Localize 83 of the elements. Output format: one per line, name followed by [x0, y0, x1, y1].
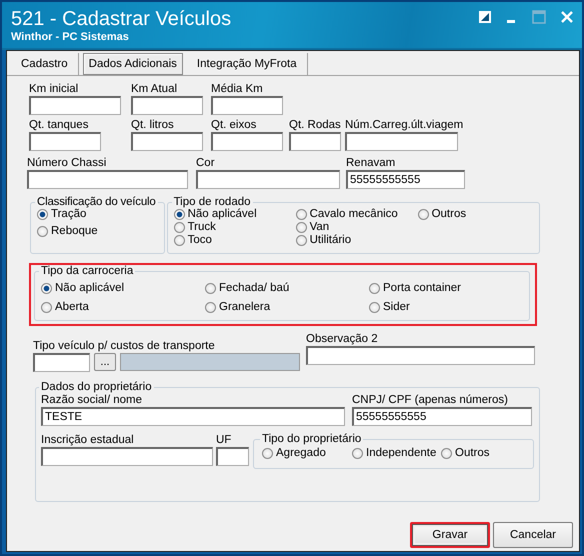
group-title: Classificação do veículo	[36, 196, 157, 208]
group-title: Tipo da carroceria	[40, 265, 134, 277]
radio-option[interactable]: Sider	[369, 298, 523, 317]
input-field[interactable]: TESTE	[41, 407, 345, 426]
field-label: Núm.Carreg.últ.viagem	[345, 118, 464, 132]
radio-option[interactable]: Agregado	[262, 447, 352, 460]
radio-icon[interactable]	[37, 226, 48, 237]
save-button[interactable]: Gravar	[410, 522, 490, 548]
input-field[interactable]	[345, 132, 458, 151]
radio-icon[interactable]	[37, 209, 48, 220]
radio-option[interactable]: Granelera	[205, 298, 369, 317]
field-label: Km inicial	[29, 82, 80, 96]
field-label: Número Chassi	[27, 156, 108, 170]
radio-icon[interactable]	[205, 283, 216, 294]
cancel-button[interactable]: Cancelar	[493, 522, 573, 548]
radio-icon[interactable]	[296, 235, 307, 246]
input-field[interactable]: 55555555555	[346, 170, 465, 189]
input-field[interactable]	[211, 132, 283, 151]
field-label: Razão social/ nome	[41, 393, 143, 407]
input-field[interactable]	[33, 353, 90, 372]
radio-icon[interactable]	[174, 209, 185, 220]
field-label: Renavam	[346, 156, 396, 170]
close-icon[interactable]	[560, 10, 574, 24]
input-field[interactable]	[196, 170, 340, 189]
radio-option[interactable]: Toco	[174, 234, 296, 247]
input-field[interactable]: 55555555555	[352, 407, 532, 426]
radio-icon[interactable]	[418, 209, 429, 220]
input-field[interactable]	[216, 447, 249, 466]
tab[interactable]: Dados Adicionais	[82, 53, 183, 75]
input-field[interactable]	[131, 96, 203, 115]
radio-icon[interactable]	[296, 209, 307, 220]
field-label: CNPJ/ CPF (apenas números)	[352, 393, 509, 407]
radio-icon[interactable]	[369, 283, 380, 294]
radio-option[interactable]: Independente	[352, 447, 441, 460]
radio-option[interactable]: Outros	[418, 208, 533, 221]
group-title: Tipo do proprietário	[261, 433, 362, 445]
field-label: Inscrição estadual	[41, 433, 135, 447]
group-title: Tipo de rodado	[172, 196, 252, 208]
radio-option[interactable]: Aberta	[41, 298, 205, 317]
browse-button[interactable]: ...	[94, 353, 116, 371]
radio-option[interactable]: Não aplicável	[41, 279, 205, 298]
radio-icon[interactable]	[369, 302, 380, 313]
radio-icon[interactable]	[174, 222, 185, 233]
field-label: UF	[216, 433, 232, 447]
radio-option[interactable]: Truck	[174, 221, 296, 234]
window-title: 521 - Cadastrar Veículos	[11, 7, 232, 31]
radio-option[interactable]: Não aplicável	[174, 208, 296, 221]
radio-option[interactable]: Reboque	[37, 225, 158, 238]
input-field[interactable]	[41, 447, 213, 466]
radio-option[interactable]: Fechada/ baú	[205, 279, 369, 298]
field-label: Qt. eixos	[211, 118, 258, 132]
input-field[interactable]	[29, 132, 101, 151]
radio-icon[interactable]	[41, 283, 52, 294]
radio-option[interactable]: Cavalo mecânico	[296, 208, 418, 221]
radio-option[interactable]: Van	[296, 221, 418, 234]
input-field[interactable]	[306, 346, 535, 365]
input-field[interactable]	[289, 132, 341, 151]
radio-option[interactable]: Outros	[441, 447, 490, 460]
field-label: Cor	[196, 156, 216, 170]
group-title: Dados do proprietário	[40, 381, 153, 393]
field-label: Qt. litros	[131, 118, 175, 132]
radio-icon[interactable]	[205, 302, 216, 313]
field-label: Qt. tanques	[29, 118, 90, 132]
input-field[interactable]	[131, 132, 203, 151]
field-label: Observação 2	[306, 332, 379, 346]
radio-icon[interactable]	[262, 448, 273, 459]
input-field[interactable]	[211, 96, 283, 115]
field-label: Km Atual	[131, 82, 178, 96]
radio-icon[interactable]	[174, 235, 185, 246]
radio-icon[interactable]	[352, 448, 363, 459]
field-label: Média Km	[211, 82, 264, 96]
window-subtitle: Winthor - PC Sistemas	[11, 31, 130, 43]
input-field[interactable]	[27, 170, 188, 189]
radio-icon[interactable]	[296, 222, 307, 233]
radio-option[interactable]: Tração	[37, 208, 158, 221]
field-label: Qt. Rodas	[289, 118, 341, 132]
input-field[interactable]	[29, 96, 121, 115]
restore-icon[interactable]	[478, 10, 492, 24]
field-label: Tipo veículo p/ custos de transporte	[33, 339, 216, 353]
radio-option[interactable]: Utilitário	[296, 234, 418, 247]
radio-icon[interactable]	[441, 448, 452, 459]
radio-icon[interactable]	[41, 302, 52, 313]
radio-option[interactable]: Porta container	[369, 279, 523, 298]
